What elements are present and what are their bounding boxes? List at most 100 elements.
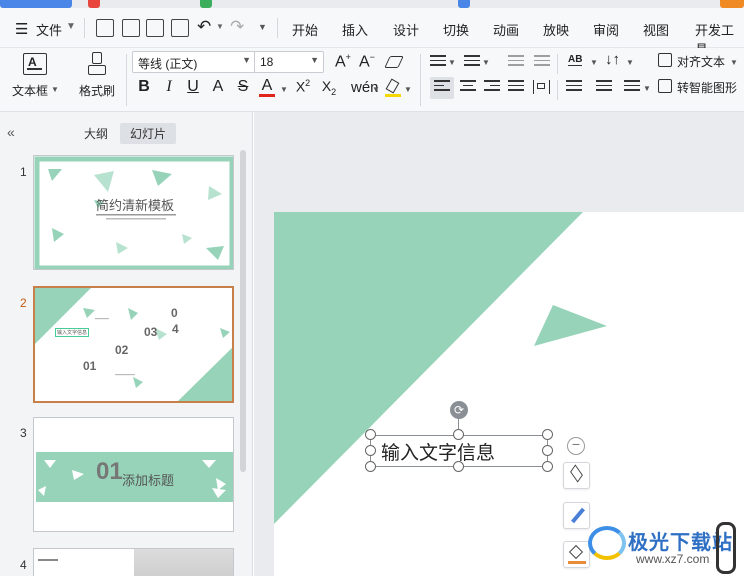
- align-center-icon[interactable]: [460, 77, 476, 94]
- redo-icon[interactable]: ↷: [230, 17, 244, 37]
- sort-dropdown-icon[interactable]: ▼: [626, 58, 634, 67]
- save-icon[interactable]: [96, 19, 114, 37]
- slide-3-title: 添加标题: [122, 473, 175, 488]
- shrink-font-icon[interactable]: A−: [359, 52, 375, 71]
- tab-slides[interactable]: 幻灯片: [120, 123, 177, 144]
- resize-handle-nw[interactable]: [365, 429, 376, 440]
- layers-icon: [570, 464, 583, 483]
- strikethrough-icon[interactable]: S: [233, 78, 253, 96]
- textbox-icon[interactable]: A: [23, 53, 47, 75]
- resize-handle-se[interactable]: [542, 461, 553, 472]
- resize-handle-sw[interactable]: [365, 461, 376, 472]
- distribute-icon[interactable]: [533, 80, 550, 94]
- font-color-icon[interactable]: A: [259, 78, 275, 97]
- bullet-dropdown-icon[interactable]: ▼: [448, 58, 456, 67]
- grow-font-icon[interactable]: A+: [335, 52, 351, 71]
- panel-scrollbar[interactable]: [240, 150, 246, 472]
- undo-dropdown-icon[interactable]: ▼: [216, 22, 224, 31]
- tab-design[interactable]: 设计: [393, 20, 419, 39]
- app-tab-1[interactable]: [0, 0, 72, 8]
- app-tab-5[interactable]: [720, 0, 744, 8]
- tab-home[interactable]: 开始: [292, 20, 318, 39]
- slide-2-graphic: [35, 288, 232, 401]
- paragraph-spacing-icon[interactable]: [596, 77, 612, 94]
- align-right-icon[interactable]: [484, 77, 500, 94]
- resize-handle-w[interactable]: [365, 445, 376, 456]
- slide-3-number: 01: [96, 458, 123, 485]
- slide-2-num-03: 03: [144, 325, 158, 339]
- superscript-icon[interactable]: X2: [292, 78, 314, 95]
- align-text-dropdown-icon[interactable]: ▼: [730, 58, 738, 67]
- slide-2-num-01: 01: [83, 359, 97, 373]
- layers-button[interactable]: [563, 462, 590, 489]
- font-name-select[interactable]: 等线 (正文) ▼: [132, 51, 256, 73]
- text-direction-icon[interactable]: AB: [568, 54, 583, 66]
- align-text-button[interactable]: 对齐文本: [677, 53, 725, 70]
- app-tab-2[interactable]: [88, 0, 100, 8]
- tab-insert[interactable]: 插入: [342, 20, 368, 39]
- smartart-icon[interactable]: [658, 79, 672, 93]
- collapse-toolbar-icon[interactable]: −: [567, 437, 585, 455]
- export-pdf-icon[interactable]: [122, 19, 140, 37]
- font-size-value: 18: [260, 55, 274, 69]
- hamburger-icon[interactable]: ☰: [15, 20, 28, 38]
- print-preview-icon[interactable]: [171, 19, 189, 37]
- format-painter-button[interactable]: 格式刷: [79, 82, 115, 99]
- font-size-select[interactable]: 18 ▼: [254, 51, 324, 73]
- collapse-panel-icon[interactable]: «: [7, 124, 15, 140]
- column-spacing-icon[interactable]: [624, 77, 640, 94]
- textbox-text[interactable]: 输入文字信息: [381, 438, 495, 465]
- resize-handle-n[interactable]: [453, 429, 464, 440]
- phonetic-dropdown-icon[interactable]: ▼: [372, 85, 380, 94]
- underline-icon[interactable]: U: [183, 78, 203, 96]
- chevron-down-icon[interactable]: ▼: [66, 21, 76, 32]
- menu-file[interactable]: 文件: [36, 20, 62, 39]
- subscript-icon[interactable]: X2: [318, 78, 340, 97]
- smartart-button[interactable]: 转智能图形: [677, 79, 737, 96]
- slide-thumbnail-1[interactable]: 简约清新模板: [33, 155, 234, 270]
- italic-icon[interactable]: I: [159, 78, 179, 96]
- resize-handle-s[interactable]: [453, 461, 464, 472]
- text-outline-icon[interactable]: A: [208, 78, 228, 96]
- highlight-icon[interactable]: [385, 78, 401, 98]
- align-text-icon[interactable]: [658, 53, 672, 67]
- print-icon[interactable]: [146, 19, 164, 37]
- rotate-handle[interactable]: ⟳: [450, 401, 468, 419]
- tab-animations[interactable]: 动画: [493, 20, 519, 39]
- tab-view[interactable]: 视图: [643, 20, 669, 39]
- customize-dropdown-icon[interactable]: ▼: [258, 22, 267, 32]
- tab-review[interactable]: 审阅: [593, 20, 619, 39]
- undo-icon[interactable]: ↶: [197, 17, 211, 37]
- tab-slideshow[interactable]: 放映: [543, 20, 569, 39]
- line-spacing-icon[interactable]: [566, 77, 582, 94]
- tab-transitions[interactable]: 切换: [443, 20, 469, 39]
- text-direction-dropdown-icon[interactable]: ▼: [590, 58, 598, 67]
- slide-thumbnail-2[interactable]: 输入文字信息 0 4 03 02 01: [33, 286, 234, 403]
- resize-handle-e[interactable]: [542, 445, 553, 456]
- menu-divider: [84, 18, 85, 38]
- clear-format-icon[interactable]: [384, 56, 404, 68]
- sort-icon[interactable]: ↓↑: [605, 51, 620, 68]
- resize-handle-ne[interactable]: [542, 429, 553, 440]
- textbox-button[interactable]: 文本框: [12, 82, 48, 99]
- bold-icon[interactable]: B: [134, 78, 154, 96]
- font-color-dropdown-icon[interactable]: ▼: [280, 85, 288, 94]
- slide-4-graphic: [134, 549, 233, 576]
- align-left-icon[interactable]: [430, 77, 454, 99]
- textbox-dropdown-icon[interactable]: ▼: [51, 85, 59, 94]
- increase-indent-icon[interactable]: [534, 52, 550, 69]
- numbered-dropdown-icon[interactable]: ▼: [482, 58, 490, 67]
- justify-icon[interactable]: [508, 77, 524, 94]
- bullet-list-icon[interactable]: [430, 52, 446, 69]
- numbered-list-icon[interactable]: [464, 52, 480, 69]
- slide-thumbnail-3[interactable]: 01 添加标题: [33, 417, 234, 532]
- slide-thumbnail-4[interactable]: [33, 548, 234, 576]
- decrease-indent-icon[interactable]: [508, 52, 524, 69]
- spacing-dropdown-icon[interactable]: ▼: [643, 84, 651, 93]
- app-tab-3[interactable]: [200, 0, 212, 8]
- highlight-dropdown-icon[interactable]: ▼: [404, 85, 412, 94]
- format-painter-icon[interactable]: [88, 52, 106, 76]
- app-tab-4[interactable]: [458, 0, 470, 8]
- tab-outline[interactable]: 大纲: [74, 123, 118, 144]
- slide-number: 3: [20, 426, 27, 440]
